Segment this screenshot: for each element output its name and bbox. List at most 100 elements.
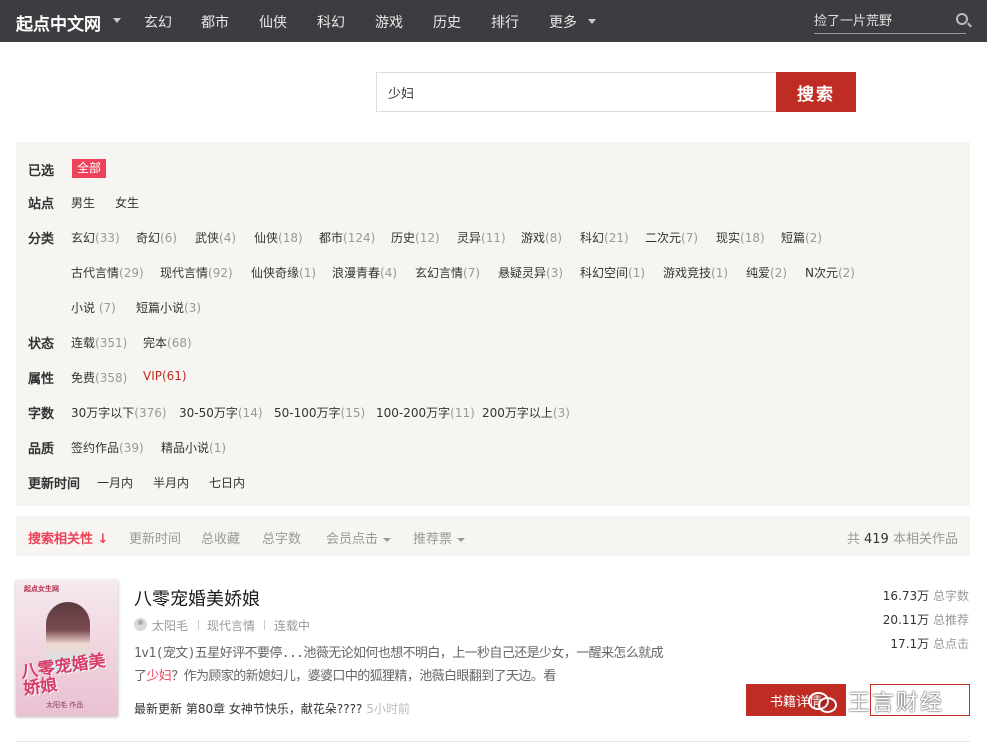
sort-relevance[interactable]: 搜索相关性 ↓	[28, 528, 108, 547]
chevron-down-icon	[457, 537, 466, 542]
top-nav: 起点中文网 玄幻 都市 仙侠 科幻 游戏 历史 排行 更多	[0, 0, 987, 42]
filter-update-week[interactable]: 七日内	[209, 474, 245, 491]
filter-category-option[interactable]: N次元(2)	[805, 264, 855, 281]
nav-item-dushi[interactable]: 都市	[201, 12, 229, 32]
filter-status-serial[interactable]: 连载(351)	[71, 334, 127, 351]
filter-category-option[interactable]: 武侠(4)	[195, 229, 236, 246]
sort-bar: 搜索相关性 ↓ 更新时间 总收藏 总字数 会员点击 推荐票 共 419 本相关作…	[16, 516, 970, 556]
main-search-input[interactable]	[377, 73, 757, 111]
filter-category-option[interactable]: 短篇(2)	[781, 229, 822, 246]
filter-category-option[interactable]: 二次元(7)	[645, 229, 698, 246]
cover-author: 太阳毛 作品	[46, 701, 84, 709]
book-author[interactable]: 太阳毛	[152, 617, 188, 634]
filter-category-option[interactable]: 仙侠(18)	[254, 229, 303, 246]
filter-category-option[interactable]: 游戏(8)	[521, 229, 562, 246]
filter-category-option[interactable]: 古代言情(29)	[71, 264, 144, 281]
filter-category-option[interactable]: 悬疑灵异(3)	[498, 264, 563, 281]
nav-item-paihang[interactable]: 排行	[491, 12, 519, 32]
filter-wordcount-option[interactable]: 30-50万字(14)	[179, 404, 263, 421]
filter-category-option[interactable]: 短篇小说(3)	[136, 299, 201, 316]
cover-logo: 起点女生网	[24, 585, 59, 593]
filter-attribute-free[interactable]: 免费(358)	[71, 369, 127, 386]
filter-category-option[interactable]: 科幻空间(1)	[580, 264, 645, 281]
nav-item-xianxia[interactable]: 仙侠	[259, 12, 287, 32]
cover-title: 八零宠婚美娇娘	[19, 651, 107, 700]
filter-label-quality: 品质	[28, 442, 55, 457]
watermark: 王言财经	[808, 684, 944, 718]
filter-attribute-vip[interactable]: VIP(61)	[143, 369, 187, 383]
watermark-text: 王言财经	[848, 691, 945, 716]
filter-wordcount-option[interactable]: 50-100万字(15)	[274, 404, 365, 421]
filter-update-halfmonth[interactable]: 半月内	[153, 474, 189, 491]
filter-category-option[interactable]: 仙侠奇缘(1)	[251, 264, 316, 281]
more-dropdown-caret-icon[interactable]	[588, 19, 596, 24]
filter-category-option[interactable]: 纯爱(2)	[746, 264, 787, 281]
filter-label-status: 状态	[28, 337, 55, 352]
filter-category-option[interactable]: 灵异(11)	[457, 229, 506, 246]
filter-wordcount-option[interactable]: 30万字以下(376)	[71, 404, 167, 421]
stat-recommend: 20.11万 总推荐	[882, 613, 969, 627]
filter-category-option[interactable]: 都市(124)	[319, 229, 375, 246]
search-icon[interactable]	[956, 13, 968, 25]
book-status: 连载中	[274, 619, 311, 633]
filter-quality-premium[interactable]: 精品小说(1)	[161, 439, 226, 456]
filter-category-option[interactable]: 玄幻言情(7)	[415, 264, 480, 281]
main-search-box	[376, 72, 776, 112]
sort-wordcount[interactable]: 总字数	[262, 528, 301, 547]
book-intro: 1v1(宠文)五星好评不要停...池薇无论如何也想不明白，上一秒自己还是少女，一…	[134, 646, 664, 684]
book-category[interactable]: 现代言情	[207, 617, 255, 634]
meta-divider	[198, 620, 199, 630]
book-title[interactable]: 八零宠婚美娇娘	[134, 585, 260, 611]
sort-member-clicks[interactable]: 会员点击	[326, 528, 392, 547]
filter-update-month[interactable]: 一月内	[97, 474, 133, 491]
latest-chapter-link[interactable]: 第80章 女神节快乐，献花朵????	[186, 702, 363, 716]
author-avatar-icon	[134, 618, 147, 631]
nav-search-input[interactable]	[814, 11, 954, 31]
site-logo[interactable]: 起点中文网	[16, 10, 101, 35]
filter-label-category: 分类	[28, 232, 55, 247]
filter-site-male[interactable]: 男生	[71, 194, 95, 211]
filter-category-option[interactable]: 小说 (7)	[71, 299, 116, 316]
chevron-down-icon	[383, 537, 392, 542]
filter-category-option[interactable]: 现实(18)	[716, 229, 765, 246]
selected-tag-all[interactable]: 全部	[72, 159, 107, 178]
nav-search	[814, 11, 968, 34]
wechat-icon	[808, 690, 837, 713]
nav-item-lishi[interactable]: 历史	[433, 12, 461, 32]
result-total: 共 419 本相关作品	[846, 532, 958, 547]
sort-update-time[interactable]: 更新时间	[129, 528, 181, 547]
filter-category-option[interactable]: 浪漫青春(4)	[332, 264, 397, 281]
nav-item-xuanhuan[interactable]: 玄幻	[144, 12, 172, 32]
nav-item-more[interactable]: 更多	[549, 12, 577, 32]
filter-label-selected: 已选	[28, 164, 55, 179]
filter-category-option[interactable]: 历史(12)	[391, 229, 440, 246]
list-divider	[16, 741, 970, 742]
logo-dropdown-caret-icon[interactable]	[113, 18, 121, 23]
filter-panel: 已选 全部 站点 男生 女生 分类 玄幻(33) 奇幻(6) 武侠(4) 仙侠(…	[16, 142, 970, 506]
nav-item-kehuan[interactable]: 科幻	[317, 12, 345, 32]
filter-category-option[interactable]: 现代言情(92)	[160, 264, 233, 281]
filter-label-site: 站点	[28, 197, 55, 212]
book-cover[interactable]: 起点女生网 八零宠婚美娇娘 太阳毛 作品	[16, 580, 118, 716]
meta-divider	[264, 620, 265, 630]
filter-status-complete[interactable]: 完本(68)	[143, 334, 192, 351]
filter-category-option[interactable]: 科幻(21)	[580, 229, 629, 246]
filter-label-wordcount: 字数	[28, 407, 55, 422]
filter-category-option[interactable]: 奇幻(6)	[136, 229, 177, 246]
filter-wordcount-option[interactable]: 200万字以上(3)	[482, 404, 570, 421]
filter-label-update: 更新时间	[28, 477, 81, 492]
intro-keyword-highlight: 少妇	[146, 669, 172, 684]
stat-wordcount: 16.73万 总字数	[882, 589, 969, 603]
latest-update: 最新更新 第80章 女神节快乐，献花朵???? 5小时前	[134, 702, 410, 716]
stat-clicks: 17.1万 总点击	[890, 637, 969, 651]
nav-item-youxi[interactable]: 游戏	[375, 12, 403, 32]
filter-category-option[interactable]: 玄幻(33)	[71, 229, 120, 246]
filter-wordcount-option[interactable]: 100-200万字(11)	[376, 404, 475, 421]
filter-site-female[interactable]: 女生	[115, 194, 139, 211]
sort-collections[interactable]: 总收藏	[201, 528, 240, 547]
filter-category-option[interactable]: 游戏竞技(1)	[663, 264, 728, 281]
filter-quality-signed[interactable]: 签约作品(39)	[71, 439, 144, 456]
search-button[interactable]: 搜索	[776, 72, 856, 112]
sort-recommend[interactable]: 推荐票	[413, 528, 466, 547]
filter-label-attribute: 属性	[28, 372, 55, 387]
